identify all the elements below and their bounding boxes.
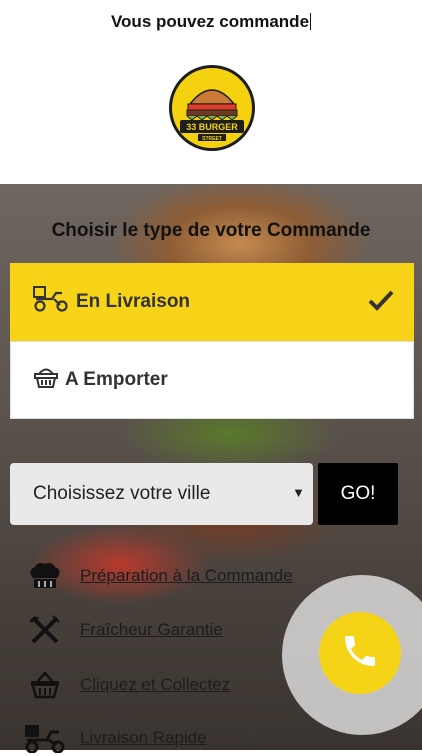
order-type-heading: Choisir le type de votre Commande (51, 220, 371, 241)
basket-icon (33, 364, 59, 396)
feature-preparation-label: Préparation à la Commande (80, 566, 293, 585)
feature-freshness-label: Fraîcheur Garantie (80, 620, 223, 639)
go-button[interactable]: GO! (318, 463, 398, 525)
top-bar: Vous pouvez commande 33 BURGER STREET (0, 0, 422, 184)
option-delivery[interactable]: En Livraison (10, 263, 414, 341)
logo-subtitle: STREET (202, 136, 222, 142)
brand-logo[interactable]: 33 BURGER STREET (169, 65, 255, 151)
delivery-scooter-icon (32, 285, 70, 319)
dropdown-arrow-icon: ▼ (292, 485, 305, 500)
welcome-text: Vous pouvez commande (110, 12, 312, 31)
feature-fast-delivery: Livraison Rapide (0, 720, 360, 756)
basket-icon (22, 667, 68, 703)
feature-click-collect-label: Cliquez et Collectez (80, 675, 231, 694)
option-takeaway[interactable]: A Emporter (10, 341, 414, 419)
feature-preparation: Préparation à la Commande (0, 558, 360, 594)
checkmark-icon (368, 289, 394, 317)
delivery-scooter-icon (22, 720, 68, 756)
phone-icon (340, 631, 380, 676)
city-select-value: Choisissez votre ville (33, 483, 211, 504)
fork-knife-icon (22, 612, 68, 648)
feature-fast-delivery-label: Livraison Rapide (80, 728, 207, 747)
call-button[interactable] (319, 612, 401, 694)
logo-title: 33 BURGER (186, 122, 238, 132)
option-delivery-label: En Livraison (76, 291, 191, 312)
city-select[interactable]: Choisissez votre ville ▼ (10, 463, 313, 525)
chef-hat-icon (22, 558, 68, 594)
option-takeaway-label: A Emporter (65, 369, 168, 390)
